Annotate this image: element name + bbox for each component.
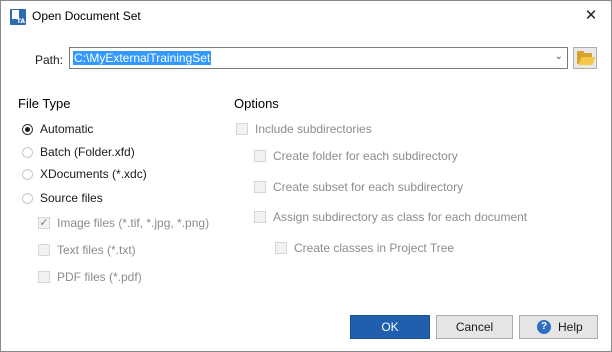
radio-button[interactable] <box>22 168 33 180</box>
checkbox-label: Create subset for each subdirectory <box>273 180 464 194</box>
checkbox[interactable] <box>275 242 287 254</box>
open-document-set-dialog: TA Open Document Set ✕ Path: C:\MyExtern… <box>0 0 612 352</box>
checkbox[interactable] <box>236 123 248 135</box>
checkbox[interactable] <box>254 150 266 162</box>
checkbox-pdf-files[interactable]: PDF files (*.pdf) <box>38 269 142 285</box>
radio-label: XDocuments (*.xdc) <box>40 167 147 181</box>
checkbox-create-subset[interactable]: Create subset for each subdirectory <box>254 179 463 195</box>
radio-automatic[interactable]: Automatic <box>22 121 93 137</box>
checkbox[interactable]: ✓ <box>38 217 50 229</box>
checkbox-label: Text files (*.txt) <box>57 243 136 257</box>
title-bar: TA Open Document Set ✕ <box>1 1 611 33</box>
checkbox-text-files[interactable]: Text files (*.txt) <box>38 242 136 258</box>
checkbox-image-files[interactable]: ✓ Image files (*.tif, *.jpg, *.png) <box>38 215 209 231</box>
help-button[interactable]: ? Help <box>519 315 598 339</box>
radio-batch[interactable]: Batch (Folder.xfd) <box>22 144 135 160</box>
checkbox[interactable] <box>38 271 50 283</box>
checkbox-create-folder[interactable]: Create folder for each subdirectory <box>254 148 458 164</box>
training-app-icon: TA <box>10 9 26 25</box>
checkbox-label: Include subdirectories <box>255 122 372 136</box>
help-icon: ? <box>537 320 551 334</box>
radio-button[interactable] <box>22 123 33 135</box>
checkbox-assign-class[interactable]: Assign subdirectory as class for each do… <box>254 209 527 225</box>
path-combobox[interactable]: C:\MyExternalTrainingSet ⌄ <box>69 47 568 69</box>
options-heading: Options <box>234 96 279 111</box>
checkbox[interactable] <box>38 244 50 256</box>
radio-button[interactable] <box>22 146 33 158</box>
path-label: Path: <box>35 53 64 67</box>
cancel-button[interactable]: Cancel <box>436 315 513 339</box>
ok-button[interactable]: OK <box>350 315 430 339</box>
checkbox[interactable] <box>254 211 266 223</box>
chevron-down-icon[interactable]: ⌄ <box>555 51 563 62</box>
close-button[interactable]: ✕ <box>581 6 601 26</box>
help-label: Help <box>558 320 583 334</box>
checkbox-create-classes[interactable]: Create classes in Project Tree <box>275 240 454 256</box>
path-value[interactable]: C:\MyExternalTrainingSet <box>73 51 212 65</box>
radio-source-files[interactable]: Source files <box>22 190 103 206</box>
checkbox[interactable] <box>254 181 266 193</box>
window-title: Open Document Set <box>32 9 141 23</box>
radio-xdocuments[interactable]: XDocuments (*.xdc) <box>22 166 147 182</box>
checkbox-label: Create folder for each subdirectory <box>273 149 458 163</box>
checkbox-label: Create classes in Project Tree <box>294 241 455 255</box>
checkbox-include-subdirectories[interactable]: Include subdirectories <box>236 121 372 137</box>
file-type-heading: File Type <box>18 96 71 111</box>
radio-label: Batch (Folder.xfd) <box>40 145 135 159</box>
checkbox-label: Assign subdirectory as class for each do… <box>273 210 528 224</box>
radio-label: Automatic <box>40 122 94 136</box>
radio-button[interactable] <box>22 192 33 204</box>
browse-folder-button[interactable] <box>573 47 597 69</box>
checkbox-label: Image files (*.tif, *.jpg, *.png) <box>57 216 210 230</box>
checkbox-label: PDF files (*.pdf) <box>57 270 142 284</box>
close-icon: ✕ <box>584 7 598 24</box>
radio-label: Source files <box>40 191 103 205</box>
